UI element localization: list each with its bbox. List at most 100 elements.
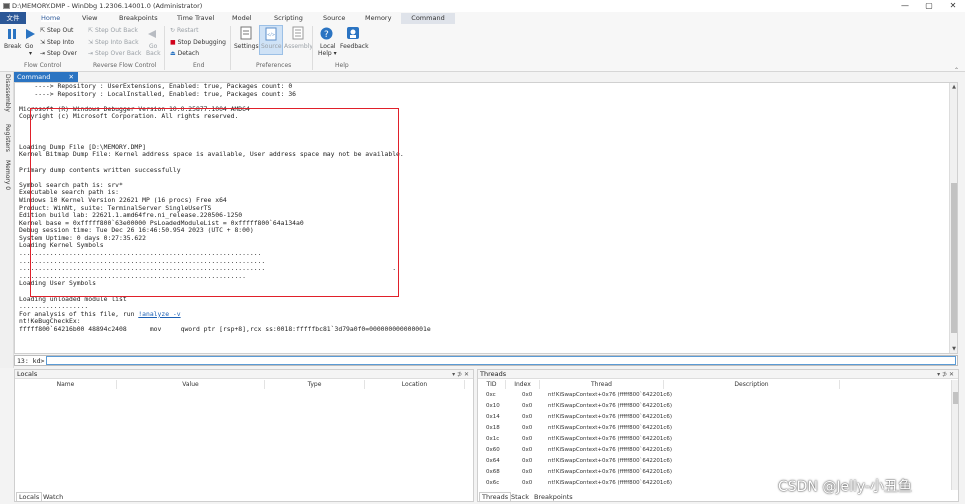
play-icon[interactable] xyxy=(24,28,36,40)
vertical-scrollbar[interactable]: ▲ ▼ xyxy=(949,83,957,353)
threads-header: Threads ▾ ⊅ ✕ xyxy=(478,370,958,379)
tab-registers[interactable]: Registers xyxy=(4,124,11,152)
stop-debugging-button[interactable]: ■ Stop Debugging xyxy=(170,39,226,46)
prompt-label: 13: kd> xyxy=(17,357,45,365)
column-tid[interactable]: TID xyxy=(478,380,506,389)
pause-icon[interactable] xyxy=(6,28,18,40)
watermark: CSDN @Jelly-小丑鱼 xyxy=(778,479,912,495)
locals-panel: Locals ▾ ⊅ ✕ Name Value Type Location Lo… xyxy=(14,369,474,502)
column-description[interactable]: Description xyxy=(664,380,840,389)
column-location[interactable]: Location xyxy=(365,380,465,389)
break-button[interactable]: Break xyxy=(4,43,21,50)
column-value[interactable]: Value xyxy=(117,380,265,389)
tab-stack[interactable]: Stack xyxy=(511,493,529,501)
column-index[interactable]: Index xyxy=(506,380,540,389)
restore-button[interactable]: ▢ xyxy=(917,0,941,12)
analyze-link[interactable]: !analyze -v xyxy=(138,310,180,318)
menu-file[interactable]: 文件 xyxy=(0,12,26,24)
command-input[interactable] xyxy=(46,356,956,365)
step-over-button[interactable]: ⇥ Step Over xyxy=(40,50,77,57)
scroll-down-icon[interactable]: ▼ xyxy=(950,345,958,353)
group-end: End xyxy=(193,62,205,69)
table-row[interactable]: 0x14 0x0 nt!KiSwapContext+0x76 (fffff800`6… xyxy=(478,412,948,422)
go-back-button[interactable]: Go xyxy=(149,43,157,50)
restart-button[interactable]: ↻ Restart xyxy=(170,27,199,34)
ribbon-collapse-icon[interactable]: ⌃ xyxy=(954,67,959,74)
minimize-button[interactable]: — xyxy=(893,0,917,12)
menu-source[interactable]: Source xyxy=(323,14,345,22)
scrollbar-thumb[interactable] xyxy=(951,183,957,333)
go-back-icon[interactable] xyxy=(147,29,157,39)
tab-breakpoints[interactable]: Breakpoints xyxy=(534,493,573,501)
step-out-back-button[interactable]: ⇱ Step Out Back xyxy=(88,27,138,34)
window-title: D:\MEMORY.DMP - WinDbg 1.2306.14001.0 (A… xyxy=(12,2,203,10)
source-button[interactable]: Source xyxy=(261,43,282,50)
scroll-up-icon[interactable]: ▲ xyxy=(950,83,958,91)
tab-command-label: Command xyxy=(17,73,51,81)
step-into-back-button[interactable]: ⇲ Step Into Back xyxy=(88,39,139,46)
go-dropdown-icon[interactable]: ▾ xyxy=(29,50,32,57)
menu-view[interactable]: View xyxy=(82,14,97,22)
step-over-back-button[interactable]: ⇥ Step Over Back xyxy=(88,50,141,57)
output-line: For analysis of this file, run !analyze … xyxy=(19,309,181,318)
feedback-icon[interactable] xyxy=(346,26,360,40)
thread-tid: 0x6c xyxy=(486,480,500,486)
close-icon[interactable]: ✕ xyxy=(69,72,74,82)
ribbon: Break Go ▾ ⇱ Step Out ⇲ Step Into ⇥ Step… xyxy=(0,24,965,74)
group-flow-control: Flow Control xyxy=(24,62,62,69)
column-name[interactable]: Name xyxy=(15,380,117,389)
windbg-app-icon xyxy=(3,3,10,9)
thread-index: 0x0 xyxy=(522,425,533,431)
tab-command[interactable]: Command ✕ xyxy=(14,72,78,82)
step-out-back-icon: ⇱ xyxy=(88,27,95,34)
column-thread[interactable]: Thread xyxy=(540,380,664,389)
thread-index: 0x0 xyxy=(522,414,533,420)
detach-button[interactable]: ⏏ Detach xyxy=(170,50,199,57)
ribbon-separator xyxy=(164,26,165,70)
assembly-button[interactable]: Assembly xyxy=(284,43,313,50)
settings-icon[interactable] xyxy=(240,26,252,40)
menu-memory[interactable]: Memory xyxy=(365,14,391,22)
thread-tid: 0x60 xyxy=(486,447,500,453)
thread-tid: 0x68 xyxy=(486,469,500,475)
table-row[interactable]: 0x18 0x0 nt!KiSwapContext+0x76 (fffff800`6… xyxy=(478,423,948,433)
menu-model[interactable]: Model xyxy=(232,14,252,22)
tab-threads[interactable]: Threads xyxy=(479,492,512,502)
left-dock: Disassembly Registers Memory 0 xyxy=(0,72,14,368)
go-button[interactable]: Go xyxy=(25,43,33,50)
close-button[interactable]: ✕ xyxy=(941,0,965,12)
menu-scripting[interactable]: Scripting xyxy=(274,14,303,22)
tab-memory-0[interactable]: Memory 0 xyxy=(4,160,11,190)
threads-scrollbar[interactable] xyxy=(951,380,958,490)
menu-command[interactable]: Command xyxy=(401,13,455,24)
menu-home[interactable]: Home xyxy=(41,14,61,22)
local-help-dropdown[interactable]: Help ▾ xyxy=(318,50,337,57)
feedback-button[interactable]: Feedback xyxy=(340,43,369,50)
table-row[interactable]: 0x10 0x0 nt!KiSwapContext+0x76 (fffff800`6… xyxy=(478,401,948,411)
step-out-button[interactable]: ⇱ Step Out xyxy=(40,27,73,34)
column-type[interactable]: Type xyxy=(265,380,365,389)
menu-breakpoints[interactable]: Breakpoints xyxy=(119,14,158,22)
tab-watch[interactable]: Watch xyxy=(43,493,63,501)
thread-name: nt!KiSwapContext+0x76 (fffff800`642201c6… xyxy=(548,469,673,475)
thread-tid: 0x1c xyxy=(486,436,500,442)
step-into-button[interactable]: ⇲ Step Into xyxy=(40,39,74,46)
help-icon[interactable]: ? xyxy=(320,27,333,40)
scrollbar-thumb[interactable] xyxy=(953,392,958,404)
thread-name: nt!KiSwapContext+0x76 (fffff800`642201c6… xyxy=(548,425,673,431)
source-icon[interactable]: </> xyxy=(265,27,277,41)
panel-controls-icons[interactable]: ▾ ⊅ ✕ xyxy=(452,370,469,379)
table-row[interactable]: 0x64 0x0 nt!KiSwapContext+0x76 (fffff800`6… xyxy=(478,456,948,466)
settings-button[interactable]: Settings xyxy=(234,43,259,50)
panel-controls-icons[interactable]: ▾ ⊅ ✕ xyxy=(937,370,954,379)
thread-index: 0x0 xyxy=(522,403,533,409)
tab-locals[interactable]: Locals xyxy=(16,492,43,502)
ribbon-separator xyxy=(312,26,313,70)
assembly-icon[interactable] xyxy=(292,26,304,40)
table-row[interactable]: 0x1c 0x0 nt!KiSwapContext+0x76 (fffff800`6… xyxy=(478,434,948,444)
menu-time-travel[interactable]: Time Travel xyxy=(177,14,214,22)
table-row[interactable]: 0xc 0x0 nt!KiSwapContext+0x76 (fffff800`64… xyxy=(478,390,948,400)
tab-disassembly[interactable]: Disassembly xyxy=(4,74,11,112)
local-help-button[interactable]: Local xyxy=(320,43,336,50)
table-row[interactable]: 0x60 0x0 nt!KiSwapContext+0x76 (fffff800`6… xyxy=(478,445,948,455)
